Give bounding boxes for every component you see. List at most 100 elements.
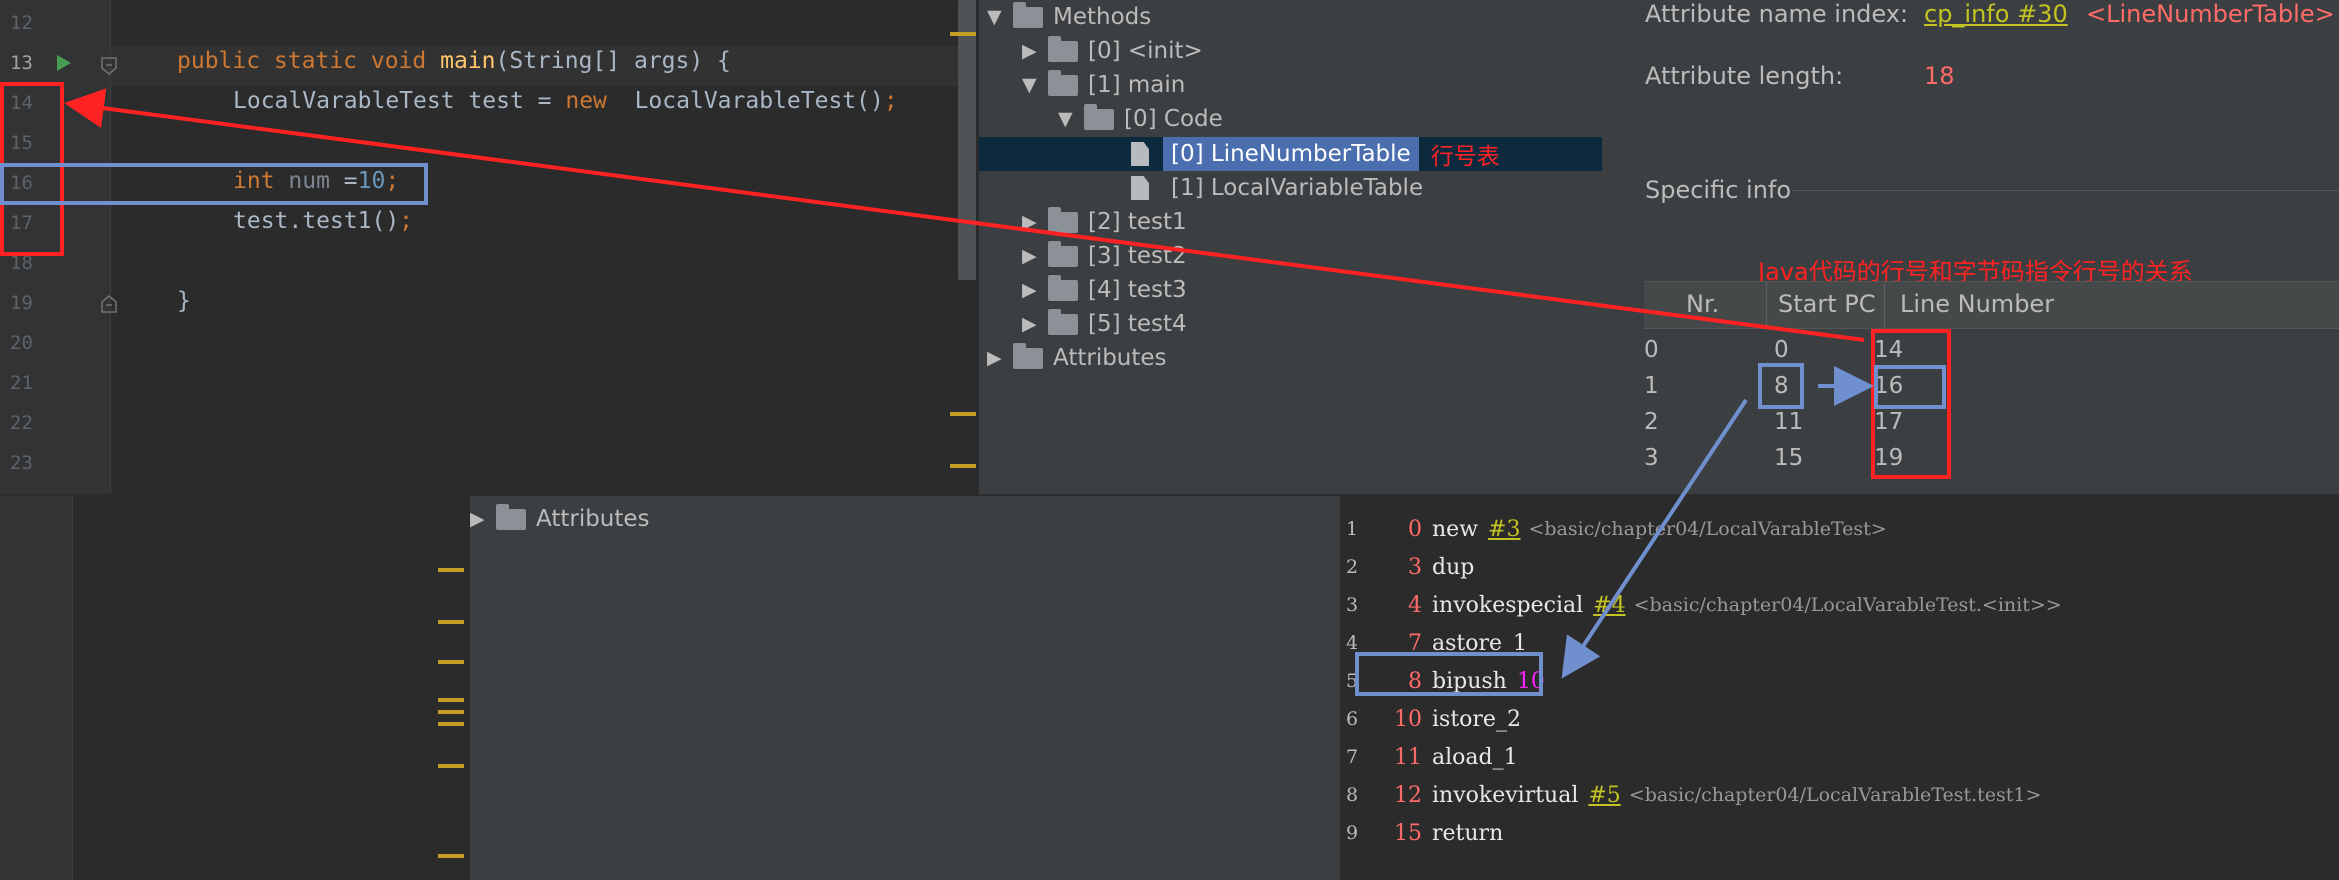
cell-line-number: 14 [1874,337,1904,363]
tree-node-label: [1] LocalVariableTable [1171,175,1424,201]
cell-line-number: 16 [1874,373,1904,399]
tree-node-code[interactable]: ▼ [0] Code [1058,102,1223,136]
keyword: new [565,88,607,114]
section-divider [1792,190,2339,191]
attribute-info-panel: Attribute name index: cp_info #30 <LineN… [1602,0,2339,494]
scroll-marker[interactable] [438,660,464,664]
constant-pool-link[interactable]: #5 [1588,783,1620,808]
column-divider[interactable] [1766,282,1767,328]
row-number: 8 [1346,784,1359,806]
collapsed-arrow-icon[interactable]: ▶ [987,347,1013,369]
code-line-17: test.test1(); [233,208,413,234]
fold-icon[interactable] [100,294,118,314]
cell-nr: 3 [1644,445,1659,471]
scroll-marker[interactable] [438,710,464,714]
tree-node-label: Attributes [1053,345,1167,371]
opcode-comment: <basic/chapter04/LocalVarableTest.<init>… [1633,594,2062,616]
folder-icon [1048,69,1078,96]
line-number: 17 [10,212,33,234]
row-number: 6 [1346,708,1359,730]
opcode: return [1432,820,1504,846]
bytecode-pc: 7 [1408,630,1422,656]
bytecode-row: 1 0 new #3 <basic/chapter04/LocalVarableTest… [1340,510,1887,548]
scroll-marker[interactable] [438,620,464,624]
fold-icon[interactable] [100,56,118,76]
bytecode-pc: 3 [1408,554,1422,580]
expanded-arrow-icon[interactable]: ▼ [1058,108,1084,130]
scroll-marker[interactable] [438,764,464,768]
cell-nr: 1 [1644,373,1659,399]
opcode: bipush [1432,668,1507,694]
scroll-marker[interactable] [438,722,464,726]
code-line-19: } [177,288,191,314]
collapsed-arrow-icon[interactable]: ▶ [1022,211,1048,233]
code-text: ; [399,208,414,234]
folder-icon [1048,308,1078,335]
code-line-13: public static void main(String[] args) { [177,48,731,74]
scroll-marker[interactable] [950,32,976,36]
folder-icon [1084,103,1114,130]
run-icon[interactable] [56,54,72,72]
tree-node-attributes[interactable]: ▶ Attributes [987,341,1167,375]
column-header-line-number[interactable]: Line Number [1900,290,2054,318]
column-divider[interactable] [1884,282,1885,328]
class-structure-tree[interactable]: ▼ Methods ▶ [0] <init> ▼ [1] main ▼ [0] Code… [979,0,1602,494]
opcode-comment: <basic/chapter04/LocalVarableTest> [1528,518,1887,540]
name-index-label: Attribute name index: [1645,0,1909,28]
editor-scrollbar[interactable] [958,0,976,280]
tree-node-methods[interactable]: ▼ Methods [987,0,1151,34]
bytecode-row: 7 11 aload_1 [1340,738,1518,776]
collapsed-arrow-icon[interactable]: ▶ [470,508,496,530]
tree-node-attributes[interactable]: ▶ Attributes [470,502,650,536]
line-number: 15 [10,132,33,154]
cell-line-number: 19 [1874,445,1904,471]
tree-node-label: [0] Code [1124,106,1223,132]
expanded-arrow-icon[interactable]: ▼ [1022,74,1048,96]
row-number: 4 [1346,632,1359,654]
scroll-marker[interactable] [438,698,464,702]
constant-pool-link[interactable]: #4 [1593,593,1625,618]
line-number: 14 [10,92,33,114]
expanded-arrow-icon[interactable]: ▼ [987,6,1013,28]
tree-node-test3[interactable]: ▶ [4] test3 [1022,273,1187,307]
bottom-structure-tree[interactable]: ▶ Attributes [470,496,1340,880]
folder-icon [1048,206,1078,233]
constant-pool-link[interactable]: #3 [1488,517,1520,542]
scroll-marker[interactable] [438,854,464,858]
line-number: 21 [10,372,33,394]
tree-node-test1[interactable]: ▶ [2] test1 [1022,205,1187,239]
cell-line-number: 17 [1874,409,1904,435]
collapsed-arrow-icon[interactable]: ▶ [1022,40,1048,62]
tree-node-test4[interactable]: ▶ [5] test4 [1022,307,1187,341]
line-number: 16 [10,172,33,194]
tree-node-init[interactable]: ▶ [0] <init> [1022,34,1203,68]
column-header-start-pc[interactable]: Start PC [1778,290,1876,318]
code-line-16: int num =10; [233,168,399,194]
scroll-marker[interactable] [438,568,464,572]
bytecode-row: 3 4 invokespecial #4 <basic/chapter04/LocalV… [1340,586,2062,624]
scroll-marker[interactable] [950,412,976,416]
collapsed-arrow-icon[interactable]: ▶ [1022,279,1048,301]
tree-node-test2[interactable]: ▶ [3] test2 [1022,239,1187,273]
file-icon [1131,142,1149,166]
code-editor[interactable]: 12 13 14 15 16 17 18 19 20 21 22 23 publ… [0,0,977,494]
attribute-length-value: 18 [1924,62,1955,90]
line-number: 22 [10,412,33,434]
code-text: ; [385,168,400,194]
collapsed-arrow-icon[interactable]: ▶ [1022,313,1048,335]
tree-node-main[interactable]: ▼ [1] main [1022,68,1185,102]
bytecode-pc: 15 [1394,820,1422,846]
cp-info-link[interactable]: cp_info #30 [1924,0,2068,28]
opcode: aload_1 [1432,744,1518,770]
column-header-nr[interactable]: Nr. [1686,290,1719,318]
tree-node-localvariabletable[interactable]: [1] LocalVariableTable [1131,171,1423,205]
tree-node-label: [1] main [1088,72,1186,98]
tree-node-linenumbertable[interactable]: [0] LineNumberTable 行号表 [1131,137,1500,171]
collapsed-arrow-icon[interactable]: ▶ [1022,245,1048,267]
opcode: istore_2 [1432,706,1521,732]
scroll-marker[interactable] [950,464,976,468]
bytecode-row: 9 15 return [1340,814,1503,852]
cell-start-pc: 0 [1774,337,1789,363]
code-text: ; [883,88,898,114]
code-text: (String[] args) { [495,48,731,74]
